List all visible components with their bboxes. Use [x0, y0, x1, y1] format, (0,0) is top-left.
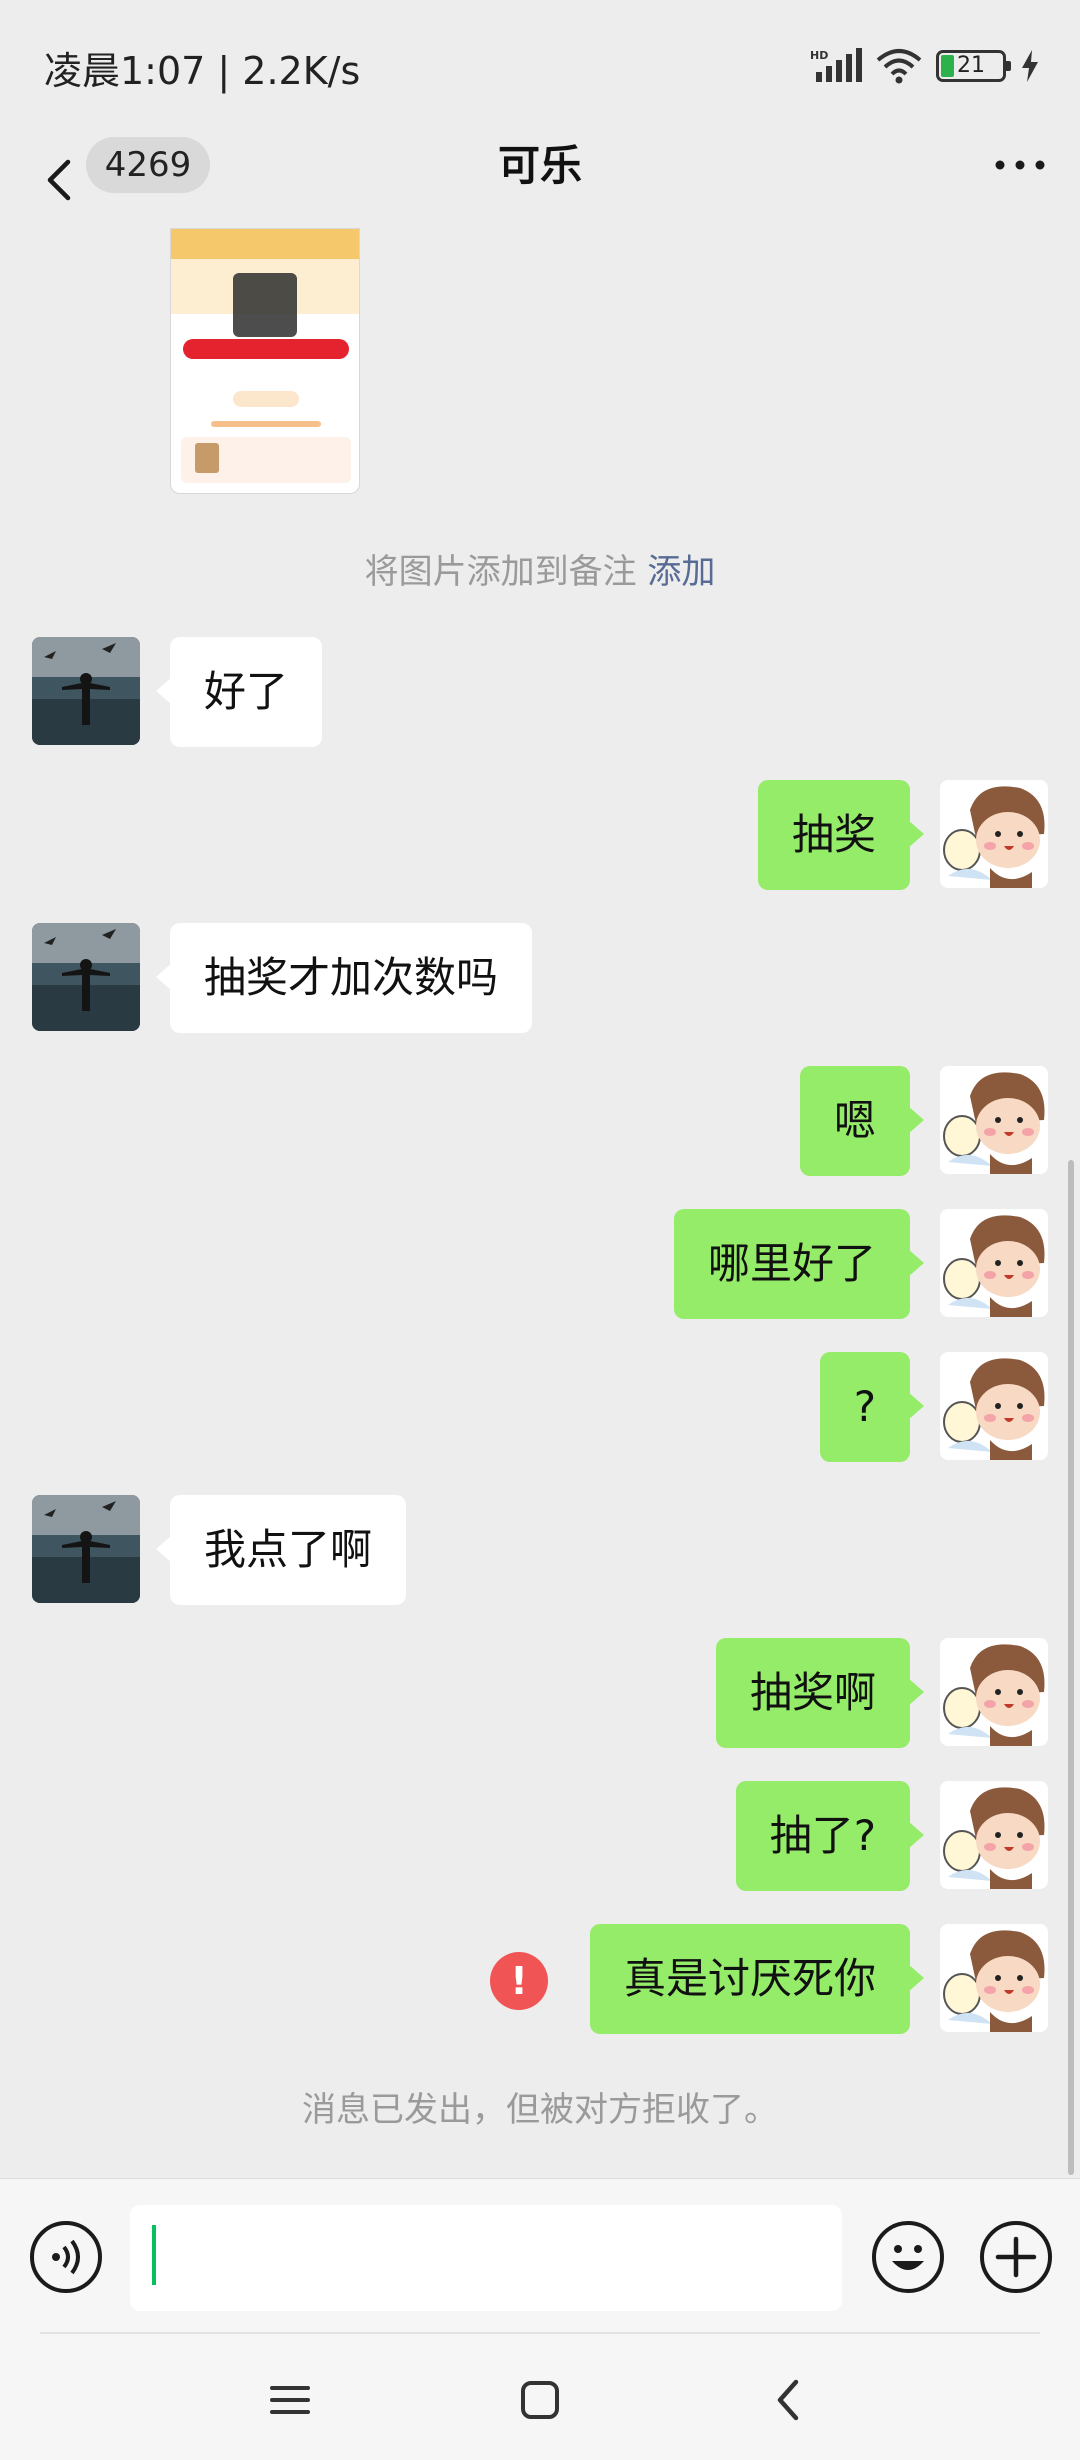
charging-icon	[1022, 50, 1038, 82]
add-note-link[interactable]: 添加	[647, 552, 715, 592]
image-message[interactable]	[170, 228, 360, 494]
wifi-icon	[876, 49, 922, 84]
contact-avatar[interactable]	[32, 923, 140, 1031]
status-bar: 凌晨1:07 | 2.2K/s HD 21	[0, 0, 1080, 130]
incoming-message[interactable]: 我点了啊	[155, 1495, 407, 1605]
home-icon[interactable]	[510, 2370, 570, 2430]
rejected-notice: 消息已发出，但被对方拒收了。	[302, 2090, 778, 2130]
incoming-message[interactable]: 好了	[155, 637, 323, 747]
my-avatar[interactable]	[940, 1924, 1048, 2032]
my-avatar[interactable]	[940, 1066, 1048, 1174]
my-avatar[interactable]	[940, 780, 1048, 888]
outgoing-message[interactable]: 抽奖啊	[715, 1638, 925, 1748]
contact-avatar[interactable]	[32, 637, 140, 745]
battery-icon: 21	[936, 50, 1011, 82]
svg-text:HD: HD	[810, 49, 828, 62]
my-avatar[interactable]	[940, 1352, 1048, 1460]
status-time: 凌晨1:07 | 2.2K/s	[44, 49, 361, 93]
my-avatar[interactable]	[940, 1781, 1048, 1889]
outgoing-message[interactable]: 哪里好了	[673, 1209, 925, 1319]
battery-level: 21	[957, 53, 985, 78]
chat-title: 可乐	[497, 141, 582, 190]
add-image-note-notice: 将图片添加到备注 添加	[0, 544, 1080, 593]
more-icon[interactable]	[990, 150, 1050, 180]
emoji-icon[interactable]	[872, 2221, 944, 2293]
message-input[interactable]	[130, 2205, 842, 2311]
text-caret	[152, 2225, 156, 2285]
scrollbar[interactable]	[1068, 1160, 1074, 2175]
plus-icon[interactable]	[980, 2221, 1052, 2293]
outgoing-message[interactable]: 抽奖	[757, 780, 925, 890]
system-navigation	[0, 2332, 1080, 2460]
outgoing-message[interactable]: 抽了?	[735, 1781, 925, 1891]
outgoing-message-failed[interactable]: 真是讨厌死你	[589, 1924, 925, 2034]
my-avatar[interactable]	[940, 1638, 1048, 1746]
outgoing-message[interactable]: ?	[819, 1352, 925, 1462]
hd-signal-icon: HD	[810, 48, 862, 82]
unread-count-badge[interactable]: 4269	[86, 137, 210, 193]
send-failed-icon[interactable]: !	[490, 1952, 548, 2010]
notice-text: 将图片添加到备注	[364, 552, 648, 592]
incoming-message[interactable]: 抽奖才加次数吗	[155, 923, 533, 1033]
menu-icon[interactable]	[260, 2370, 320, 2430]
outgoing-message[interactable]: 嗯	[799, 1066, 925, 1176]
voice-icon[interactable]	[30, 2221, 102, 2293]
back-icon[interactable]	[40, 156, 80, 204]
my-avatar[interactable]	[940, 1209, 1048, 1317]
input-bar	[0, 2178, 1080, 2332]
back-nav-icon[interactable]	[760, 2370, 820, 2430]
contact-avatar[interactable]	[32, 1495, 140, 1603]
status-icons: HD 21	[810, 46, 1040, 86]
